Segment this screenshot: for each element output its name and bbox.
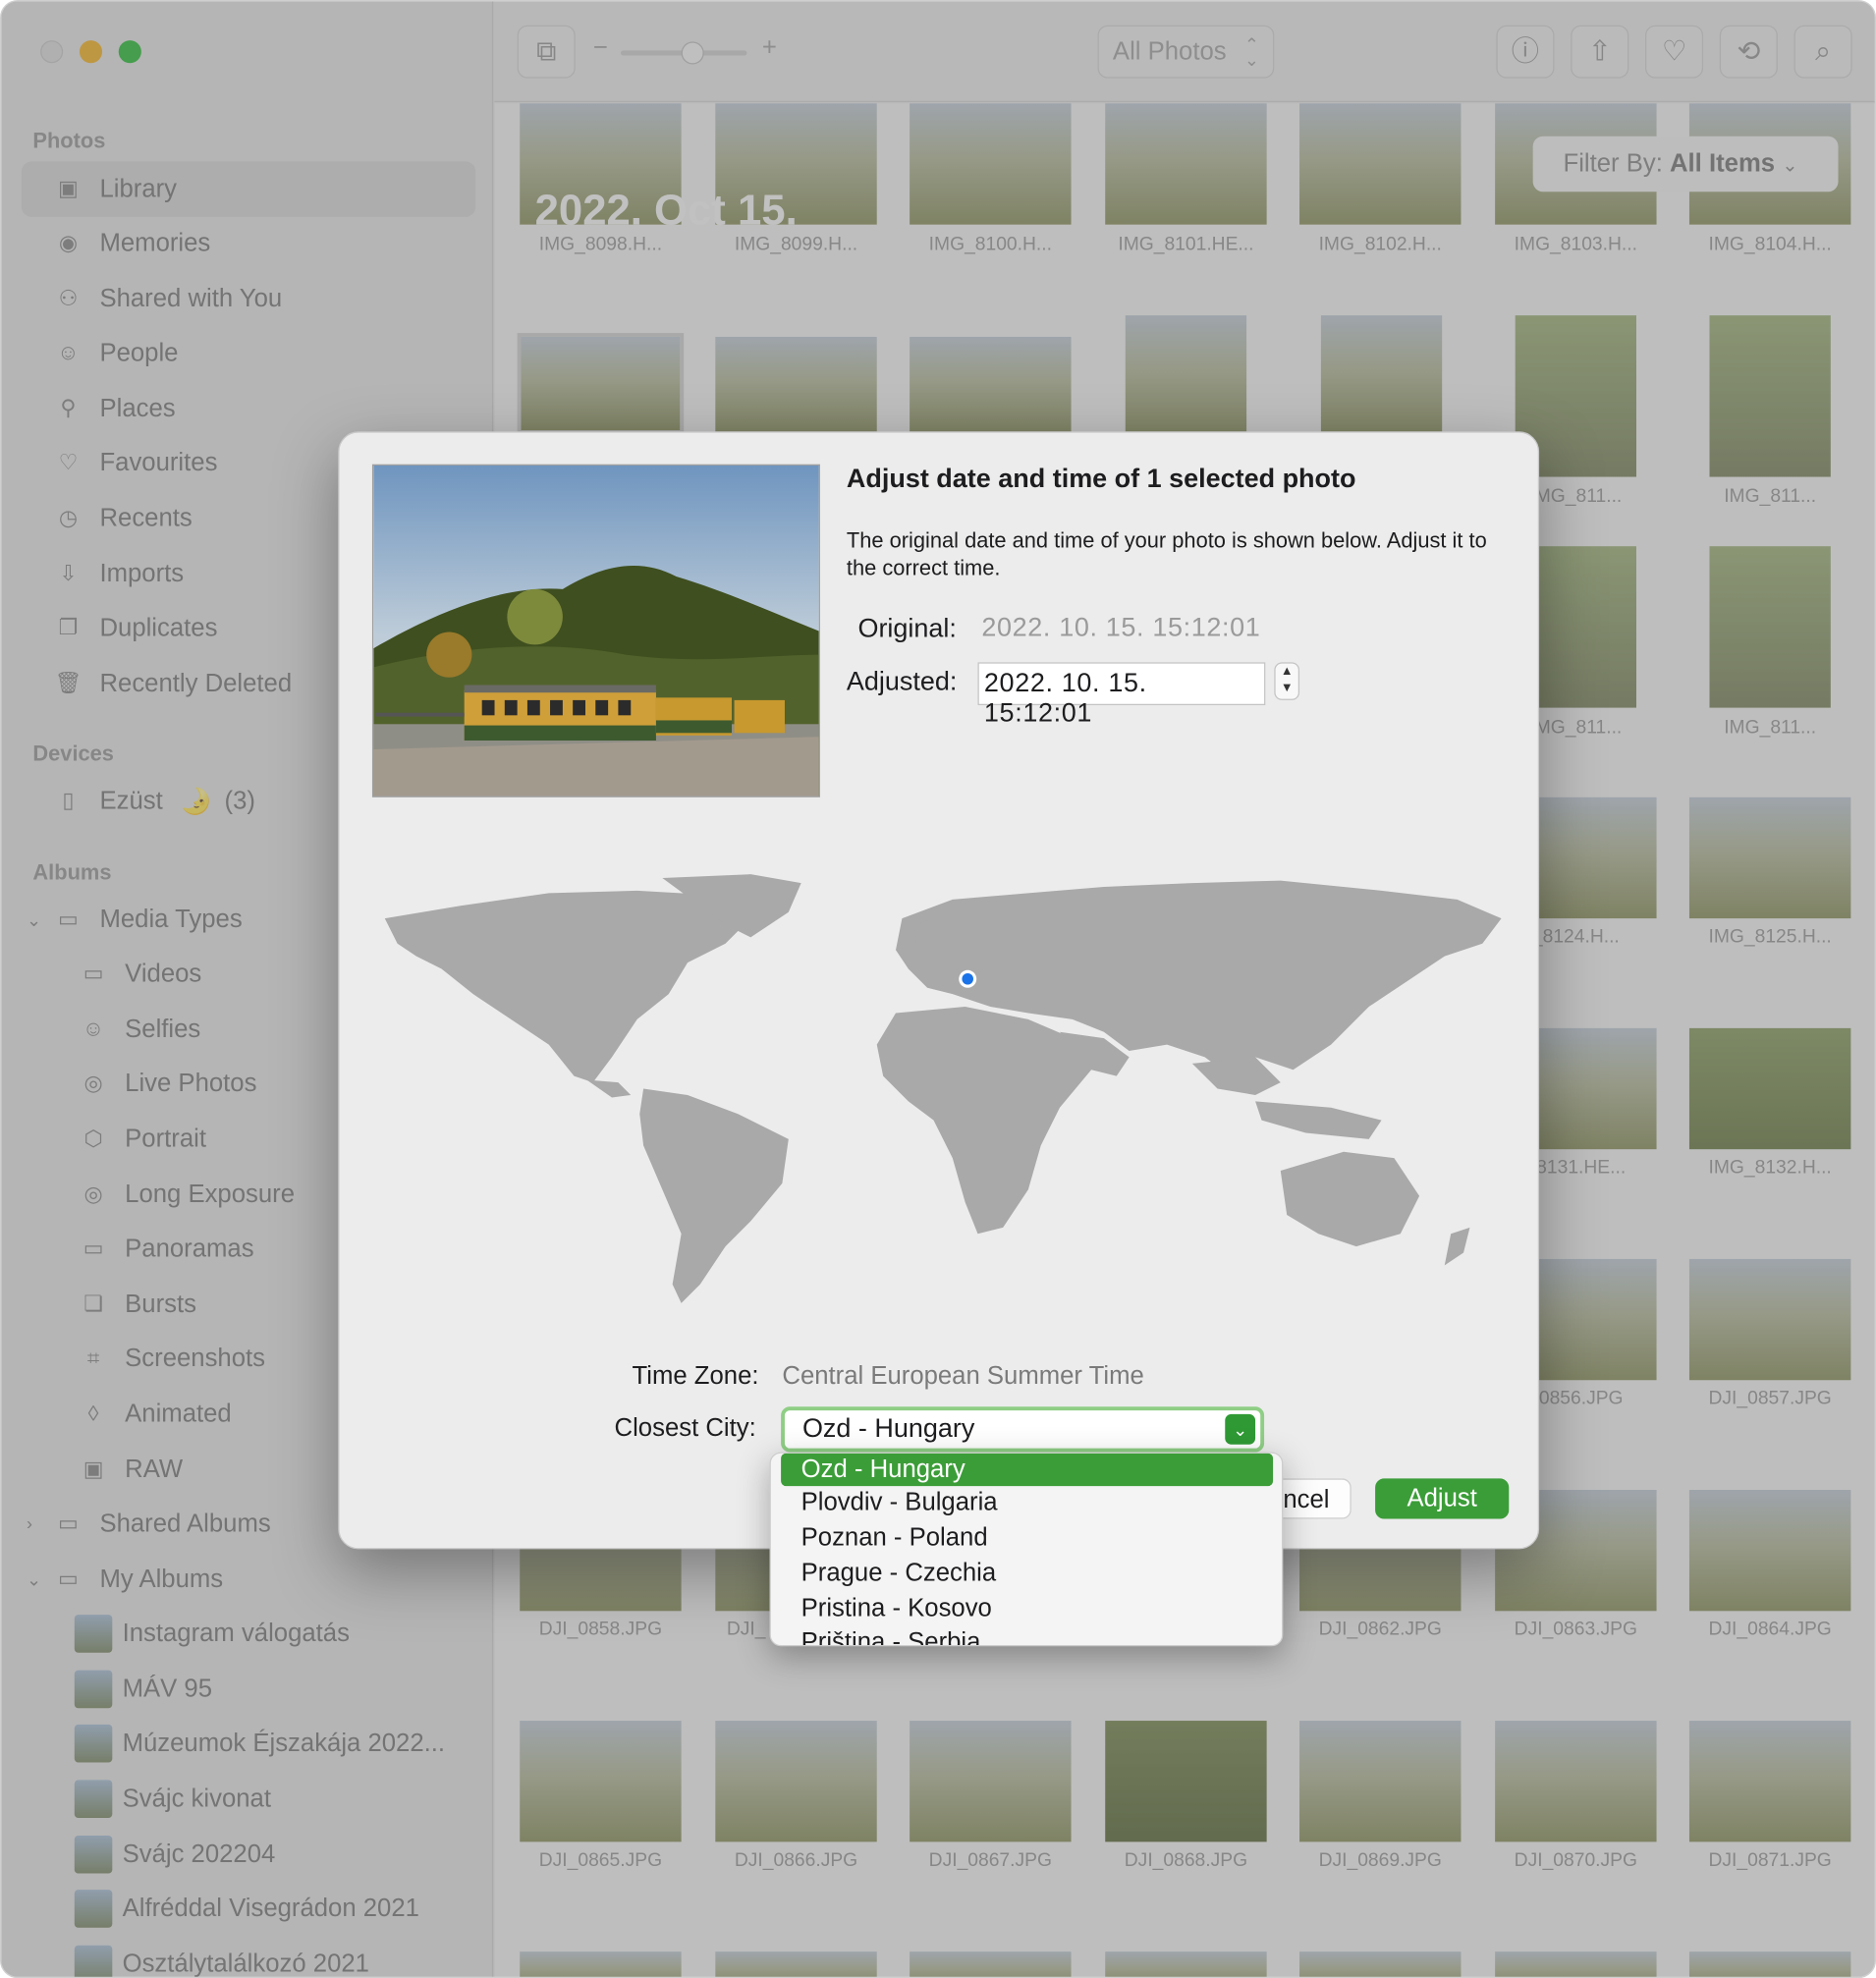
stepper-down-icon[interactable]: ▼ (1276, 680, 1298, 696)
screen: Photos ▣ Library ◉ Memories ⚇ Shared with Y… (0, 0, 1876, 1978)
city-option[interactable]: Plovdiv - Bulgaria (781, 1486, 1273, 1518)
closest-city-menu: Ozd - Hungary Plovdiv - Bulgaria Poznan … (769, 1452, 1284, 1647)
dialog-title: Adjust date and time of 1 selected photo (846, 464, 1356, 494)
adjusted-date-field[interactable]: 2022. 10. 15. 15:12:01 (977, 662, 1266, 728)
adjust-button[interactable]: Adjust (1375, 1478, 1510, 1519)
city-option[interactable]: Prague - Czechia (781, 1557, 1273, 1589)
photo-preview (371, 464, 820, 797)
world-map[interactable] (372, 868, 1508, 1329)
city-option[interactable]: Priština - Serbia (781, 1626, 1273, 1645)
closest-city-value: Ozd - Hungary (801, 1413, 975, 1444)
photos-window: Photos ▣ Library ◉ Memories ⚇ Shared with Y… (0, 0, 1876, 1978)
date-stepper[interactable]: ▲ ▼ (1274, 662, 1300, 700)
chevron-down-icon[interactable]: ⌄ (1225, 1413, 1256, 1445)
adjust-date-time-dialog: Adjust date and time of 1 selected photo… (338, 431, 1540, 1550)
closest-city-label: Closest City: (614, 1413, 756, 1443)
closest-city-select[interactable]: Ozd - Hungary ⌄ (781, 1406, 1265, 1453)
city-option[interactable]: Ozd - Hungary (781, 1453, 1274, 1487)
city-option[interactable]: Poznan - Poland (781, 1521, 1273, 1554)
timezone-label: Time Zone: (632, 1362, 759, 1391)
location-marker-dot (962, 972, 973, 985)
dialog-description: The original date and time of your photo… (846, 528, 1487, 580)
city-option[interactable]: Pristina - Kosovo (781, 1592, 1273, 1624)
original-date-value: 2022. 10. 15. 15:12:01 (981, 613, 1261, 642)
original-label: Original: (857, 614, 957, 644)
timezone-value: Central European Summer Time (782, 1362, 1144, 1391)
adjusted-label: Adjusted: (846, 667, 958, 697)
continents (384, 874, 1502, 1303)
stepper-up-icon[interactable]: ▲ (1276, 664, 1298, 681)
